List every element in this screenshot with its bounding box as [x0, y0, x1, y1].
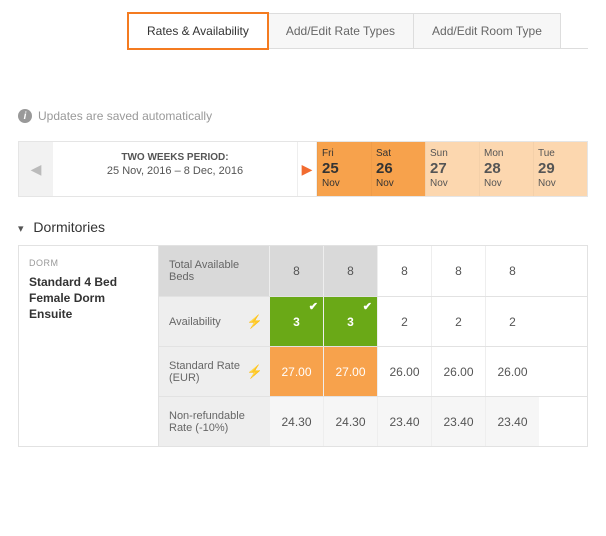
rates-grid: DORM Standard 4 Bed Female Dorm Ensuite …	[18, 245, 588, 447]
total-beds-cell: 8	[431, 246, 485, 296]
autosave-text: Updates are saved automatically	[38, 109, 212, 123]
availability-cell[interactable]: 2	[431, 297, 485, 346]
rate-cell[interactable]: 23.40	[485, 397, 539, 446]
row-standard-rate: Standard Rate (EUR) ⚡ 27.00 27.00 26.00 …	[159, 346, 587, 396]
tabs: Rates & Availability Add/Edit Rate Types…	[128, 12, 588, 49]
rate-cell[interactable]: 27.00	[269, 347, 323, 396]
autosave-notice: i Updates are saved automatically	[18, 109, 588, 123]
row-total-beds: Total Available Beds 8 8 8 8 8	[159, 246, 587, 296]
period-range: 25 Nov, 2016 – 8 Dec, 2016	[59, 165, 291, 177]
row-label: Total Available Beds	[159, 246, 269, 296]
rate-cell[interactable]: 27.00	[323, 347, 377, 396]
day-header: Sun 27 Nov	[425, 142, 479, 196]
section-dormitories[interactable]: ▾ Dormitories	[18, 219, 588, 235]
total-beds-cell: 8	[377, 246, 431, 296]
tab-rates-availability[interactable]: Rates & Availability	[128, 13, 268, 49]
total-beds-cell: 8	[269, 246, 323, 296]
room-name: Standard 4 Bed Female Dorm Ensuite	[29, 274, 148, 323]
day-header: Mon 28 Nov	[479, 142, 533, 196]
tab-rate-types[interactable]: Add/Edit Rate Types	[267, 13, 414, 49]
row-nonrefundable-rate: Non-refundable Rate (-10%) 24.30 24.30 2…	[159, 396, 587, 446]
chevron-down-icon: ▾	[18, 222, 24, 235]
rate-cell[interactable]: 23.40	[377, 397, 431, 446]
rate-cell[interactable]: 26.00	[431, 347, 485, 396]
weekday-headers: Fri 25 Nov Sat 26 Nov Sun 27 Nov Mon 28 …	[317, 142, 587, 196]
rate-cell[interactable]: 24.30	[323, 397, 377, 446]
period-label: TWO WEEKS PERIOD:	[59, 152, 291, 163]
section-label: Dormitories	[33, 219, 105, 235]
rate-cell[interactable]: 26.00	[485, 347, 539, 396]
info-icon: i	[18, 109, 32, 123]
total-beds-cell: 8	[485, 246, 539, 296]
date-prev-button[interactable]: ◀	[19, 142, 53, 196]
rate-cell[interactable]: 26.00	[377, 347, 431, 396]
bolt-icon: ⚡	[247, 364, 263, 380]
availability-cell[interactable]: 2	[485, 297, 539, 346]
row-label: Availability ⚡	[159, 297, 269, 346]
total-beds-cell: 8	[323, 246, 377, 296]
day-header: Tue 29 Nov	[533, 142, 587, 196]
row-label: Standard Rate (EUR) ⚡	[159, 347, 269, 396]
check-icon: ✔	[363, 300, 372, 313]
day-header: Fri 25 Nov	[317, 142, 371, 196]
rate-cell[interactable]: 23.40	[431, 397, 485, 446]
date-next-button[interactable]: ▶	[297, 142, 317, 196]
room-tag: DORM	[29, 258, 148, 268]
room-label-column: DORM Standard 4 Bed Female Dorm Ensuite	[19, 246, 159, 446]
row-availability: Availability ⚡ ✔ 3 ✔ 3 2 2	[159, 296, 587, 346]
row-label: Non-refundable Rate (-10%)	[159, 397, 269, 446]
day-header: Sat 26 Nov	[371, 142, 425, 196]
date-period: TWO WEEKS PERIOD: 25 Nov, 2016 – 8 Dec, …	[53, 142, 297, 196]
check-icon: ✔	[309, 300, 318, 313]
availability-cell[interactable]: ✔ 3	[269, 297, 323, 346]
tab-room-types[interactable]: Add/Edit Room Type	[413, 13, 561, 49]
bolt-icon: ⚡	[247, 314, 263, 330]
availability-cell[interactable]: 2	[377, 297, 431, 346]
availability-cell[interactable]: ✔ 3	[323, 297, 377, 346]
rate-cell[interactable]: 24.30	[269, 397, 323, 446]
date-navigator: ◀ TWO WEEKS PERIOD: 25 Nov, 2016 – 8 Dec…	[18, 141, 588, 197]
